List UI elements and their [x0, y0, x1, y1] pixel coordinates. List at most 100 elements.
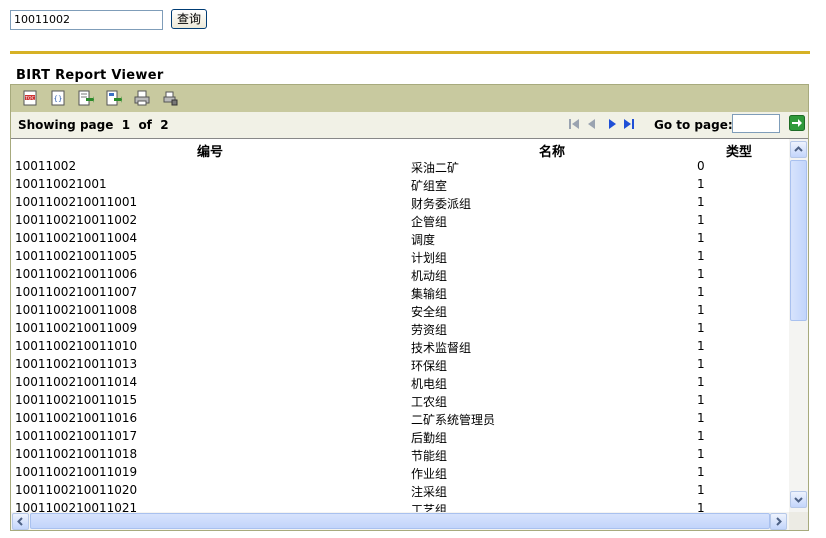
vertical-scrollbar[interactable] [789, 139, 808, 512]
cell-name: 调度 [411, 233, 436, 247]
cell-type: 0 [697, 159, 705, 173]
cell-id: 1001100210011017 [15, 429, 138, 443]
previous-page-icon[interactable] [584, 117, 598, 131]
horizontal-scroll-thumb[interactable] [30, 513, 770, 529]
cell-id: 1001100210011019 [15, 465, 138, 479]
cell-name: 机电组 [411, 377, 448, 391]
scroll-down-button[interactable] [790, 491, 807, 508]
table-row: 1001100210011014 机电组 1 [11, 375, 789, 393]
cell-name: 计划组 [411, 251, 448, 265]
cell-id: 1001100210011006 [15, 267, 138, 281]
cell-id: 1001100210011016 [15, 411, 138, 425]
next-page-icon[interactable] [606, 117, 620, 131]
goto-page-label: Go to page: [654, 118, 733, 132]
table-row: 10011002 采油二矿 0 [11, 159, 789, 177]
cell-id: 1001100210011009 [15, 321, 138, 335]
cell-id: 1001100210011002 [15, 213, 138, 227]
showing-label: Showing page [18, 118, 114, 132]
print-icon[interactable] [134, 90, 150, 106]
cell-name: 财务委派组 [411, 197, 472, 211]
cell-name: 劳资组 [411, 323, 448, 337]
viewer-title: BIRT Report Viewer [16, 68, 164, 83]
column-header-type: 类型 [726, 145, 753, 160]
cell-type: 1 [697, 195, 705, 209]
toc-icon[interactable]: TOC [22, 90, 38, 106]
table-row: 1001100210011015 工农组 1 [11, 393, 789, 411]
search-input[interactable] [10, 10, 163, 30]
table-row: 1001100210011020 注采组 1 [11, 483, 789, 501]
column-header-id: 编号 [197, 145, 224, 160]
cell-type: 1 [697, 447, 705, 461]
table-row: 1001100210011010 技术监督组 1 [11, 339, 789, 357]
last-page-icon[interactable] [622, 117, 636, 131]
cell-type: 1 [697, 303, 705, 317]
cell-name: 采油二矿 [411, 161, 460, 175]
table-row: 1001100210011019 作业组 1 [11, 465, 789, 483]
cell-name: 机动组 [411, 269, 448, 283]
report-content: 编号 名称 类型 10011002 采油二矿 0 100110021001 矿组室 1 10… [11, 139, 789, 512]
table-row: 1001100210011006 机动组 1 [11, 267, 789, 285]
cell-id: 1001100210011015 [15, 393, 138, 407]
scroll-left-button[interactable] [12, 513, 29, 530]
svg-text:{}: {} [54, 95, 63, 103]
export-data-icon[interactable] [78, 90, 94, 106]
print-server-icon[interactable] [162, 90, 178, 106]
cell-id: 1001100210011007 [15, 285, 138, 299]
table-row: 1001100210011016 二矿系统管理员 1 [11, 411, 789, 429]
cell-type: 1 [697, 321, 705, 335]
cell-name: 节能组 [411, 449, 448, 463]
cell-id: 1001100210011005 [15, 249, 138, 263]
cell-name: 环保组 [411, 359, 448, 373]
first-page-icon[interactable] [567, 117, 581, 131]
divider [10, 51, 810, 54]
cell-name: 作业组 [411, 467, 448, 481]
column-header-name: 名称 [539, 145, 566, 160]
cell-type: 1 [697, 411, 705, 425]
scroll-up-button[interactable] [790, 141, 807, 158]
vertical-scroll-thumb[interactable] [790, 160, 807, 321]
table-row: 1001100210011005 计划组 1 [11, 249, 789, 267]
cell-type: 1 [697, 393, 705, 407]
cell-name: 集输组 [411, 287, 448, 301]
chevron-up-icon [794, 146, 803, 152]
cell-type: 1 [697, 285, 705, 299]
page-status: Showing page 1 of 2 [18, 118, 169, 132]
cell-type: 1 [697, 465, 705, 479]
table-row: 1001100210011002 企管组 1 [11, 213, 789, 231]
goto-page-input[interactable] [732, 114, 780, 133]
cell-name: 工农组 [411, 395, 448, 409]
table-row: 100110021001 矿组室 1 [11, 177, 789, 195]
chevron-right-icon [776, 517, 782, 526]
cell-id: 1001100210011021 [15, 501, 138, 512]
goto-page-button[interactable] [789, 115, 805, 131]
scrollbar-corner [789, 512, 808, 530]
cell-id: 1001100210011014 [15, 375, 138, 389]
table-row: 1001100210011007 集输组 1 [11, 285, 789, 303]
export-report-icon[interactable] [106, 90, 122, 106]
horizontal-scrollbar[interactable] [11, 512, 789, 530]
cell-name: 后勤组 [411, 431, 448, 445]
cell-type: 1 [697, 357, 705, 371]
cell-name: 安全组 [411, 305, 448, 319]
table-row: 1001100210011017 后勤组 1 [11, 429, 789, 447]
cell-name: 技术监督组 [411, 341, 472, 355]
chevron-left-icon [17, 517, 23, 526]
of-label: of [138, 118, 152, 132]
cell-id: 1001100210011008 [15, 303, 138, 317]
parameters-icon[interactable]: {} [50, 90, 66, 106]
cell-id: 1001100210011001 [15, 195, 138, 209]
cell-name: 企管组 [411, 215, 448, 229]
svg-text:TOC: TOC [24, 95, 34, 101]
cell-type: 1 [697, 267, 705, 281]
viewer-toolbar: TOC {} [11, 85, 808, 112]
query-button[interactable]: 查询 [171, 9, 207, 29]
cell-name: 矿组室 [411, 179, 448, 193]
cell-id: 100110021001 [15, 177, 107, 191]
table-row: 1001100210011008 安全组 1 [11, 303, 789, 321]
cell-id: 1001100210011010 [15, 339, 138, 353]
table-row: 1001100210011001 财务委派组 1 [11, 195, 789, 213]
cell-type: 1 [697, 177, 705, 191]
table-row: 1001100210011021 工艺组 1 [11, 501, 789, 512]
scroll-right-button[interactable] [770, 513, 787, 530]
table-row: 1001100210011004 调度 1 [11, 231, 789, 249]
